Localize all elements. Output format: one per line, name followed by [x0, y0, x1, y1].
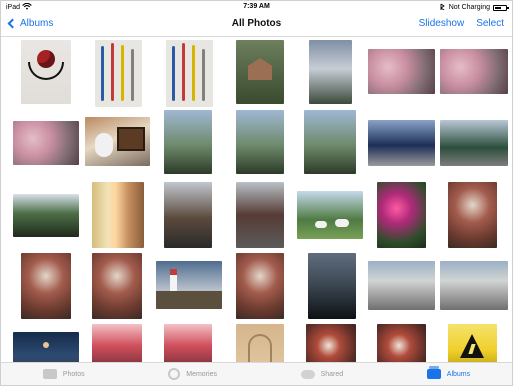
- status-time: 7:39 AM: [243, 3, 270, 10]
- pen-shape: [182, 43, 185, 101]
- photo-thumbnail[interactable]: [297, 191, 363, 239]
- tv-shape: [117, 127, 145, 151]
- tab-photos[interactable]: Photos: [42, 369, 85, 379]
- pen-shape: [202, 49, 205, 101]
- photo-thumbnail[interactable]: [236, 253, 284, 319]
- photo-thumbnail[interactable]: [92, 324, 142, 364]
- photo-thumbnail[interactable]: [377, 324, 426, 364]
- photo-thumbnail[interactable]: [85, 117, 150, 166]
- photo-thumbnail[interactable]: [308, 253, 356, 319]
- photo-thumbnail[interactable]: [13, 332, 79, 364]
- photo-thumbnail[interactable]: [440, 261, 508, 310]
- bluetooth-icon: [439, 3, 446, 13]
- photo-thumbnail[interactable]: [440, 120, 508, 166]
- photo-thumbnail[interactable]: [164, 182, 212, 248]
- pen-shape: [172, 46, 175, 101]
- photo-thumbnail[interactable]: [92, 253, 142, 319]
- photo-thumbnail[interactable]: [448, 182, 497, 248]
- battery-status-text: Not Charging: [448, 4, 490, 11]
- pen-shape: [131, 49, 134, 101]
- battery-level-fill: [495, 6, 501, 9]
- photo-thumbnail[interactable]: [95, 40, 142, 107]
- pen-shape: [101, 46, 104, 101]
- photo-thumbnail[interactable]: [156, 261, 222, 309]
- photos-app-frame: iPad 7:39 AM Not Charging Albums All Pho…: [0, 0, 513, 386]
- photo-thumbnail[interactable]: [21, 40, 71, 104]
- shared-icon: [300, 369, 315, 379]
- tab-label-photos: Photos: [62, 370, 85, 378]
- photo-thumbnail[interactable]: [236, 40, 284, 104]
- arch-shape: [248, 334, 272, 364]
- tab-label-albums: Albums: [446, 370, 471, 378]
- photos-icon: [42, 369, 57, 379]
- albums-icon: [426, 366, 441, 379]
- photo-thumbnail[interactable]: [13, 194, 79, 237]
- photo-thumbnail[interactable]: [236, 110, 284, 174]
- photo-thumbnail[interactable]: [377, 182, 426, 248]
- photo-thumbnail[interactable]: [304, 110, 356, 174]
- tab-label-memories: Memories: [186, 370, 217, 378]
- photo-thumbnail[interactable]: [306, 324, 356, 364]
- tab-albums[interactable]: Albums: [426, 366, 471, 379]
- nav-actions: Slideshow Select: [419, 18, 504, 29]
- photo-thumbnail[interactable]: [164, 324, 212, 364]
- cliff-shape: [156, 291, 222, 309]
- top-navigation-bar: Albums All Photos Slideshow Select: [1, 13, 512, 37]
- photo-thumbnail[interactable]: [236, 324, 284, 364]
- battery-icon: [493, 4, 509, 11]
- tab-shared[interactable]: Shared: [300, 369, 344, 379]
- photo-thumbnail[interactable]: [236, 182, 284, 248]
- pen-shape: [111, 43, 114, 101]
- photo-thumbnail[interactable]: [13, 121, 79, 165]
- child-shape: [95, 133, 113, 157]
- photo-thumbnail[interactable]: [21, 253, 71, 319]
- tab-memories[interactable]: Memories: [168, 368, 217, 380]
- headphones-band: [28, 62, 64, 80]
- tab-label-shared: Shared: [320, 370, 344, 378]
- photo-thumbnail[interactable]: [448, 324, 497, 364]
- house-shape: [248, 58, 272, 80]
- moon-shape: [43, 342, 49, 348]
- photo-thumbnail[interactable]: [368, 49, 435, 94]
- bottom-tab-bar: Photos Memories Shared Albums: [1, 362, 512, 385]
- photo-thumbnail[interactable]: [309, 40, 352, 104]
- photo-thumbnail[interactable]: [440, 49, 508, 94]
- pen-shape: [121, 45, 124, 101]
- photo-thumbnail[interactable]: [368, 261, 435, 310]
- select-button[interactable]: Select: [476, 18, 504, 29]
- slideshow-button[interactable]: Slideshow: [419, 18, 465, 29]
- sheep-shape: [335, 219, 349, 227]
- photo-thumbnail[interactable]: [368, 120, 435, 166]
- sheep-shape: [315, 221, 327, 228]
- photo-grid: [7, 37, 509, 364]
- photo-thumbnail[interactable]: [166, 40, 213, 107]
- pen-shape: [192, 45, 195, 101]
- status-right: Not Charging: [439, 3, 509, 13]
- status-bar: iPad 7:39 AM Not Charging: [1, 1, 512, 13]
- memories-icon: [168, 368, 181, 380]
- photo-thumbnail[interactable]: [92, 182, 144, 248]
- lighthouse-shape: [170, 269, 177, 293]
- photo-thumbnail[interactable]: [164, 110, 212, 174]
